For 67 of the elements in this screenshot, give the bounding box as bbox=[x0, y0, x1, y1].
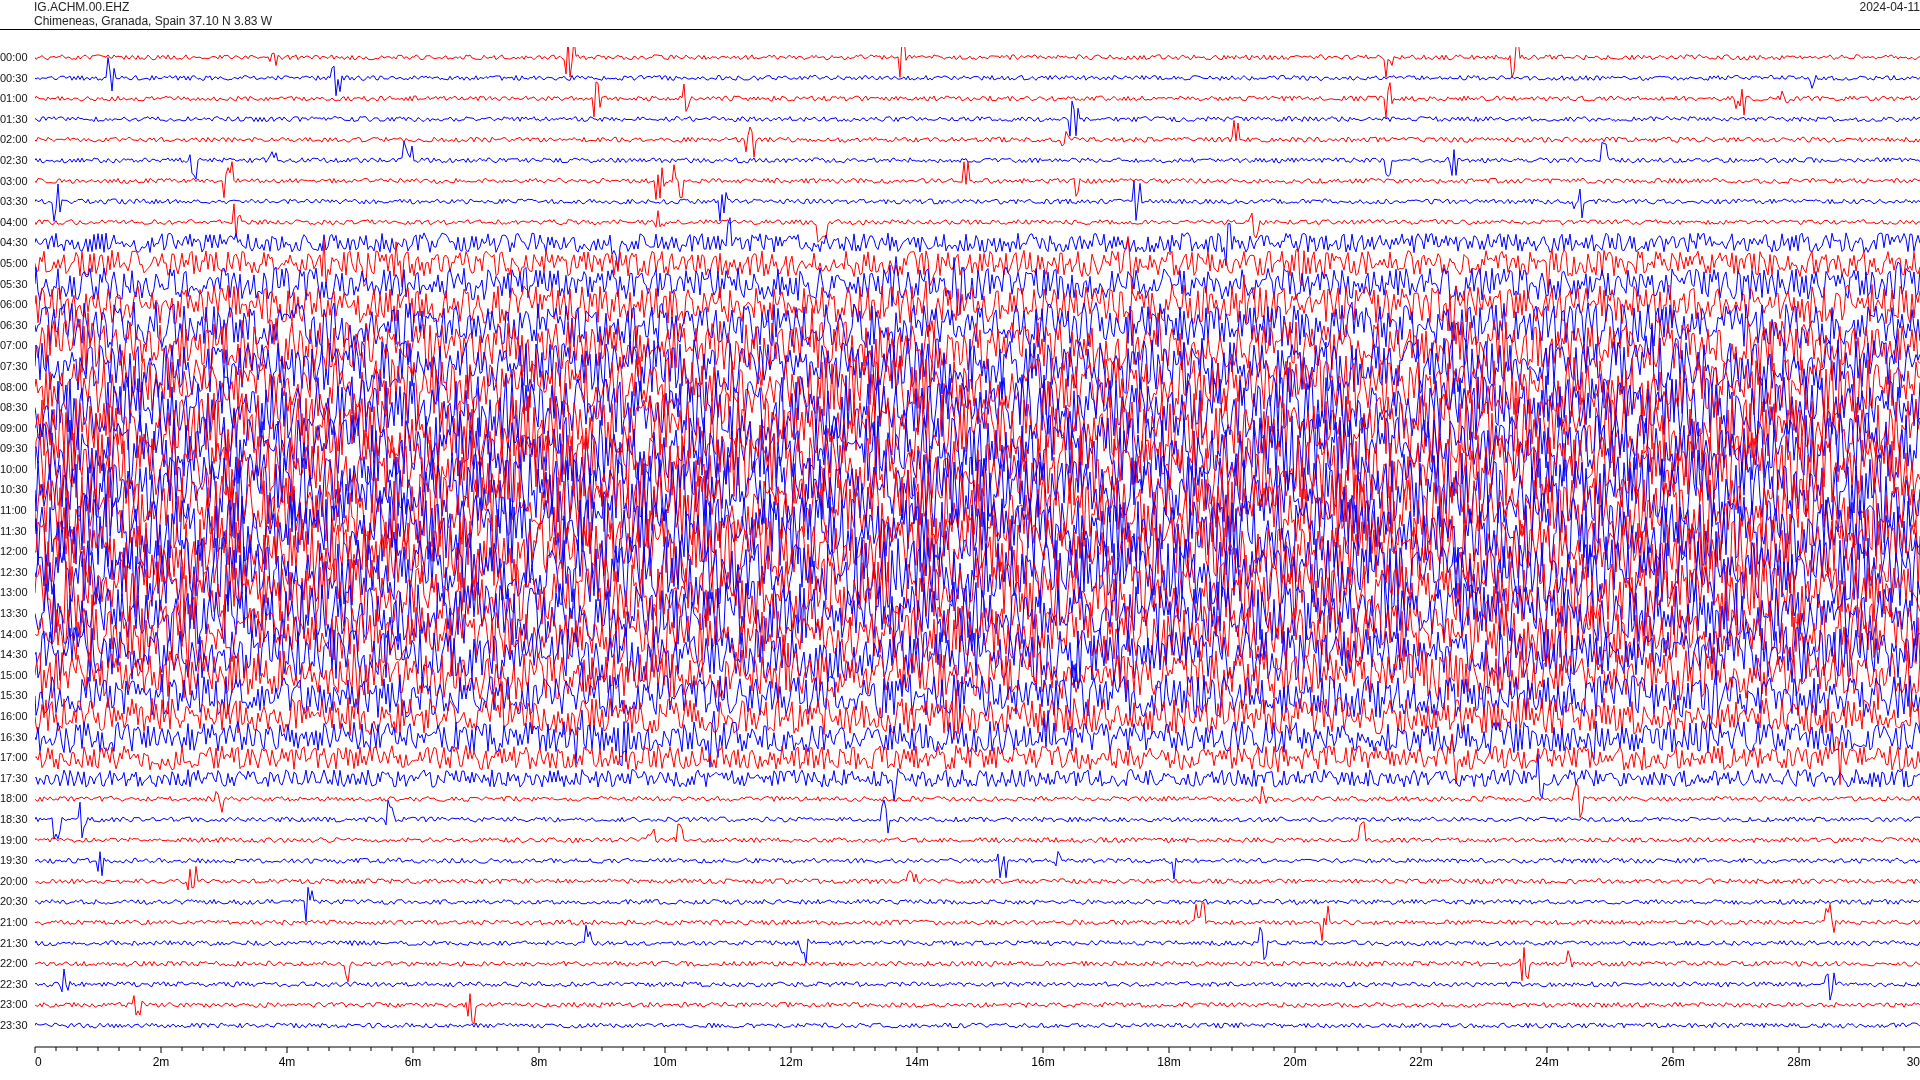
time-label: 07:30 bbox=[0, 358, 29, 374]
time-label: 04:30 bbox=[0, 235, 29, 251]
time-label: 12:00 bbox=[0, 544, 29, 560]
time-label: 23:30 bbox=[0, 1017, 29, 1033]
time-label: 05:30 bbox=[0, 276, 29, 292]
time-label: 11:00 bbox=[0, 503, 28, 519]
tick-label: 10m bbox=[653, 1054, 677, 1069]
time-label: 08:30 bbox=[0, 400, 29, 416]
time-label: 09:30 bbox=[0, 441, 29, 457]
time-label: 21:00 bbox=[0, 914, 29, 930]
time-label: 16:00 bbox=[0, 709, 29, 724]
time-label: 10:30 bbox=[0, 482, 29, 498]
time-label: 04:00 bbox=[0, 214, 29, 230]
time-label: 19:00 bbox=[0, 832, 29, 848]
time-label: 20:30 bbox=[0, 894, 29, 910]
time-label: 19:30 bbox=[0, 853, 29, 869]
time-label: 00:30 bbox=[0, 70, 29, 86]
time-label: 14:30 bbox=[0, 647, 29, 663]
time-label: 12:30 bbox=[0, 564, 29, 580]
time-label: 21:30 bbox=[0, 935, 29, 951]
tick-label: 6m bbox=[404, 1054, 422, 1069]
time-label: 01:00 bbox=[0, 91, 29, 107]
tick-label: 0 bbox=[35, 1054, 42, 1069]
time-label: 11:30 bbox=[0, 523, 28, 539]
time-label: 02:30 bbox=[0, 152, 29, 168]
tick-label: 22m bbox=[1409, 1054, 1433, 1069]
time-label: 20:00 bbox=[0, 873, 29, 889]
tick-label: 18m bbox=[1157, 1054, 1181, 1069]
tick-label: 24m bbox=[1535, 1054, 1559, 1069]
time-label: 17:30 bbox=[0, 770, 29, 786]
station-location: Chimeneas, Granada, Spain 37.10 N 3.83 W bbox=[34, 14, 273, 28]
time-label: 14:00 bbox=[0, 626, 29, 642]
time-label: 09:00 bbox=[0, 420, 29, 436]
time-label: 03:30 bbox=[0, 194, 29, 210]
tick-label: 26m bbox=[1661, 1054, 1685, 1069]
station-code: IG.ACHM.00.EHZ bbox=[34, 0, 131, 14]
time-label: 06:00 bbox=[0, 297, 29, 313]
tick-label: 4m bbox=[278, 1054, 296, 1069]
date-label: 2024-04-11 bbox=[1859, 0, 1920, 16]
time-label: 00:00 bbox=[0, 50, 29, 65]
time-label: 01:30 bbox=[0, 111, 29, 127]
time-label: 23:00 bbox=[0, 997, 29, 1013]
time-label: 22:00 bbox=[0, 956, 29, 972]
tick-label: 8m bbox=[530, 1054, 548, 1069]
tick-label: 16m bbox=[1031, 1054, 1055, 1069]
tick-label: 12m bbox=[779, 1054, 803, 1069]
time-label: 13:00 bbox=[0, 585, 29, 601]
time-label: 03:00 bbox=[0, 173, 29, 189]
tick-label: 30 bbox=[1906, 1054, 1920, 1069]
tick-label: 28m bbox=[1787, 1054, 1811, 1069]
time-label: 15:00 bbox=[0, 667, 29, 683]
time-label: 07:00 bbox=[0, 338, 29, 354]
time-label: 13:30 bbox=[0, 606, 29, 622]
time-label: 10:00 bbox=[0, 461, 29, 477]
time-label: 22:30 bbox=[0, 976, 29, 992]
tick-label: 20m bbox=[1283, 1054, 1307, 1069]
tick-label: 14m bbox=[905, 1054, 929, 1069]
time-label: 06:30 bbox=[0, 317, 29, 333]
time-label: 05:00 bbox=[0, 255, 29, 271]
time-label: 17:00 bbox=[0, 750, 29, 766]
time-label: 15:30 bbox=[0, 688, 29, 704]
time-label: 18:30 bbox=[0, 811, 29, 827]
time-label: 02:00 bbox=[0, 132, 29, 148]
tick-label: 2m bbox=[152, 1054, 170, 1069]
time-label: 08:00 bbox=[0, 379, 29, 395]
time-label: 16:30 bbox=[0, 729, 29, 745]
time-label: 18:00 bbox=[0, 791, 29, 807]
